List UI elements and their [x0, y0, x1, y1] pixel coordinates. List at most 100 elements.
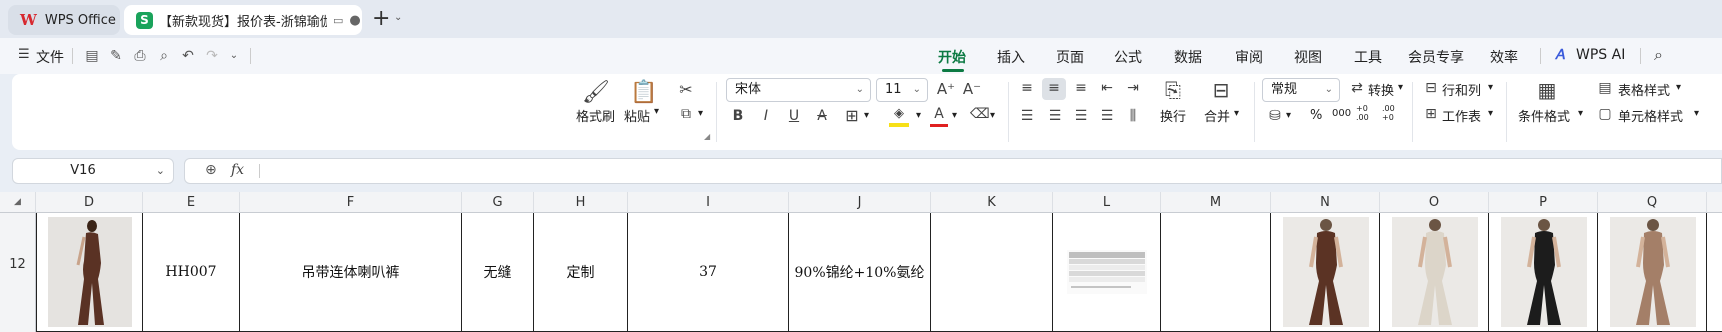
menu-page[interactable]: 页面 — [1056, 47, 1084, 67]
convert-chevron-icon[interactable]: ▾ — [1398, 82, 1403, 93]
table-style-icon[interactable]: ▤ — [1596, 80, 1614, 96]
cell-M12[interactable] — [1161, 213, 1271, 332]
formula-input[interactable]: ⊕ fx — [184, 158, 1722, 184]
menu-formula[interactable]: 公式 — [1114, 47, 1142, 67]
save-icon[interactable]: ▤ — [84, 48, 100, 64]
format-painter-quick-icon[interactable]: ✎ — [108, 48, 124, 64]
table-style-chevron-icon[interactable]: ▾ — [1676, 82, 1681, 93]
cell-P12[interactable] — [1489, 213, 1598, 332]
menu-review[interactable]: 审阅 — [1235, 47, 1263, 67]
font-color-chevron-icon[interactable]: ▾ — [952, 110, 957, 121]
column-header-K[interactable]: K — [931, 192, 1053, 213]
column-header-F[interactable]: F — [240, 192, 462, 213]
paste-button[interactable]: 粘贴 — [624, 106, 650, 125]
cell-R12[interactable] — [1707, 213, 1722, 332]
cell-N12[interactable] — [1271, 213, 1380, 332]
product-image[interactable] — [1501, 217, 1587, 327]
increase-font-icon[interactable]: A⁺ — [936, 80, 956, 98]
merge-button[interactable]: 合并 — [1204, 106, 1230, 125]
menu-tools[interactable]: 工具 — [1354, 47, 1382, 67]
wps-ai-icon[interactable]: 𝘈 — [1556, 47, 1566, 63]
tab-unsaved-dot[interactable]: ● — [349, 13, 360, 28]
product-image[interactable] — [1392, 217, 1478, 327]
copy-chevron-icon[interactable]: ▾ — [698, 108, 703, 119]
cell-Q12[interactable] — [1598, 213, 1707, 332]
align-right-icon[interactable]: ☰ — [1072, 108, 1090, 124]
ribbon-expand-icon[interactable]: ◢ — [704, 132, 710, 141]
font-name-select[interactable]: 宋体 ⌄ — [726, 78, 871, 102]
column-header-O[interactable]: O — [1380, 192, 1489, 213]
rows-cols-icon[interactable]: ⊟ — [1422, 80, 1440, 96]
rows-cols-button[interactable]: 行和列 — [1442, 80, 1481, 99]
cell-I12[interactable]: 37 — [628, 213, 789, 332]
cell-D12[interactable] — [36, 213, 143, 332]
cell-L12[interactable] — [1053, 213, 1161, 332]
convert-button[interactable]: 转换 — [1368, 80, 1394, 99]
column-header-I[interactable]: I — [628, 192, 789, 213]
indent-increase-icon[interactable]: ⇥ — [1124, 80, 1142, 96]
column-header-D[interactable]: D — [36, 192, 143, 213]
wrap-text-icon[interactable]: ⎘ — [1160, 78, 1186, 102]
table-style-button[interactable]: 表格样式 — [1618, 80, 1670, 99]
worksheet-button[interactable]: 工作表 — [1442, 106, 1481, 125]
indent-decrease-icon[interactable]: ⇤ — [1098, 80, 1116, 96]
conditional-format-button[interactable]: 条件格式 — [1518, 106, 1570, 125]
menu-view[interactable]: 视图 — [1294, 47, 1322, 67]
font-size-select[interactable]: 11 ⌄ — [876, 78, 928, 102]
worksheet-icon[interactable]: ⊞ — [1422, 106, 1440, 122]
conditional-format-icon[interactable]: ▦ — [1534, 78, 1560, 102]
align-center-icon[interactable]: ☰ — [1046, 108, 1064, 124]
strikethrough-icon[interactable]: A — [814, 108, 830, 124]
cell-H12[interactable]: 定制 — [534, 213, 628, 332]
rows-cols-chevron-icon[interactable]: ▾ — [1488, 82, 1493, 93]
undo-icon[interactable]: ↶ — [180, 48, 196, 64]
format-painter-button[interactable]: 格式刷 — [576, 106, 615, 125]
tab-document[interactable]: S 【新款现货】报价表-浙锦瑜伽 ▭ ● — [124, 5, 362, 35]
column-header-P[interactable]: P — [1489, 192, 1598, 213]
decrease-decimal-button[interactable]: .00 +0 — [1382, 104, 1404, 122]
menu-efficiency[interactable]: 效率 — [1490, 47, 1518, 67]
border-icon[interactable]: ⊞ — [842, 106, 862, 125]
tab-wps-home[interactable]: W WPS Office — [8, 5, 120, 35]
column-header-J[interactable]: J — [789, 192, 931, 213]
row-header-12[interactable]: 12 — [0, 213, 36, 332]
cell-O12[interactable] — [1380, 213, 1489, 332]
menu-insert[interactable]: 插入 — [997, 47, 1025, 67]
menu-file[interactable]: 文件 — [36, 47, 64, 67]
column-header-M[interactable]: M — [1161, 192, 1271, 213]
cell-F12[interactable]: 吊带连体喇叭裤 — [240, 213, 462, 332]
cell-G12[interactable]: 无缝 — [462, 213, 534, 332]
column-header-E[interactable]: E — [143, 192, 240, 213]
align-left-icon[interactable]: ☰ — [1018, 108, 1036, 124]
print-icon[interactable]: ⎙ — [132, 48, 148, 64]
currency-chevron-icon[interactable]: ▾ — [1286, 110, 1291, 121]
name-box[interactable]: V16 ⌄ — [12, 158, 174, 184]
fill-chevron-icon[interactable]: ▾ — [916, 110, 921, 121]
distributed-icon[interactable]: ⫼ — [1124, 108, 1142, 124]
zoom-formula-icon[interactable]: ⊕ — [205, 162, 217, 178]
column-header-L[interactable]: L — [1053, 192, 1161, 213]
menu-wps-ai[interactable]: WPS AI — [1576, 47, 1625, 63]
product-image[interactable] — [48, 217, 132, 327]
align-bottom-icon[interactable]: ≡ — [1072, 80, 1090, 96]
align-middle-button[interactable]: ≡ — [1042, 78, 1066, 100]
wrap-text-button[interactable]: 换行 — [1160, 106, 1186, 125]
align-top-icon[interactable]: ≡ — [1018, 80, 1036, 96]
clear-chevron-icon[interactable]: ▾ — [990, 110, 995, 121]
column-header-Q[interactable]: Q — [1598, 192, 1707, 213]
cell-J12[interactable]: 90%锦纶+10%氨纶 — [789, 213, 931, 332]
currency-icon[interactable]: ⛁ — [1266, 108, 1284, 124]
product-image[interactable] — [1283, 217, 1369, 327]
cell-style-button[interactable]: 单元格样式 — [1618, 106, 1683, 125]
fill-color-button[interactable]: ◈ — [886, 104, 914, 128]
justify-icon[interactable]: ☰ — [1098, 108, 1116, 124]
border-chevron-icon[interactable]: ▾ — [864, 110, 869, 121]
print-preview-icon[interactable]: ⌕ — [156, 48, 172, 64]
copy-icon[interactable]: ⧉ — [676, 106, 696, 122]
column-header-N[interactable]: N — [1271, 192, 1380, 213]
worksheet-chevron-icon[interactable]: ▾ — [1488, 108, 1493, 119]
bold-icon[interactable]: B — [730, 108, 746, 124]
select-all-corner[interactable]: ◢ — [0, 192, 36, 213]
fx-button[interactable]: fx — [231, 162, 244, 178]
format-painter-icon[interactable]: 🖌 — [582, 80, 610, 105]
